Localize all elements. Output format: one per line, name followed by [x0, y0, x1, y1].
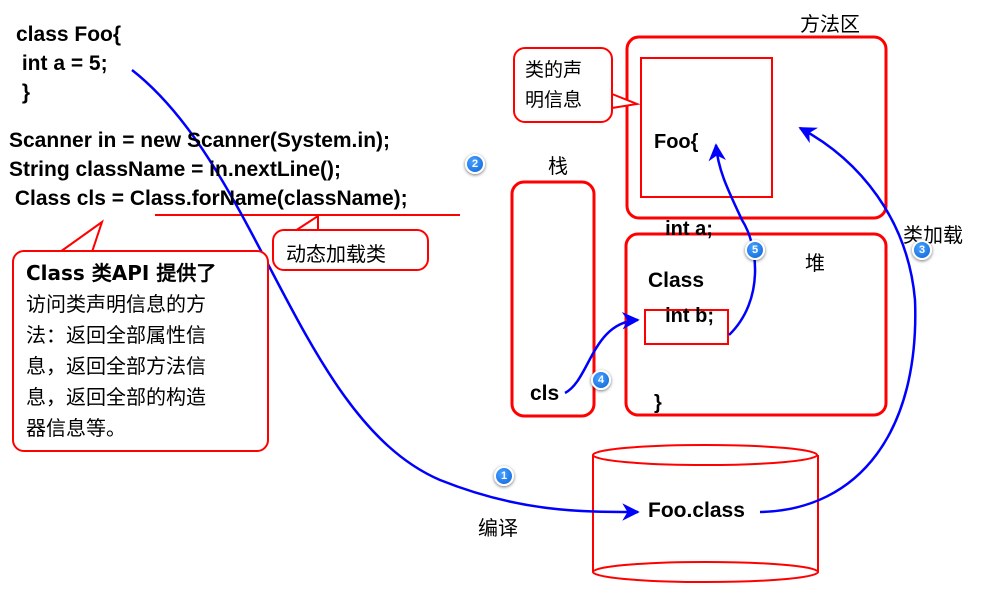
callout-line: 访问类声明信息的方 — [26, 292, 206, 316]
decl-line: int a; — [654, 218, 713, 240]
callout-line: 息，返回全部方法信 — [26, 354, 206, 378]
class-load-label: 类加载 — [903, 223, 963, 247]
step-2-badge: 2 — [465, 154, 485, 174]
decl-line: int b; — [654, 305, 714, 327]
class-api-callout-tail — [59, 219, 104, 253]
method-area-label: 方法区 — [800, 12, 860, 36]
step-1-badge: 1 — [494, 466, 514, 486]
callout-text: Class 类API 提供了 访问类声明信息的方 法：返回全部属性信 息，返回全… — [26, 258, 216, 444]
declaration-access-arrow — [708, 143, 757, 336]
step-5-badge: 5 — [745, 240, 765, 260]
stack-label: 栈 — [548, 154, 568, 178]
callout-line: Class 类API 提供了 — [26, 261, 217, 285]
class-api-callout: Class 类API 提供了 访问类声明信息的方 法：返回全部属性信 息，返回全… — [12, 250, 269, 452]
dynamic-load-callout: 动态加载类 — [272, 229, 429, 271]
step-3-badge: 3 — [912, 240, 932, 260]
class-object-label: Class — [648, 269, 705, 292]
cls-variable-label: cls — [530, 382, 560, 405]
statement-code: Scanner in = new Scanner(System.in); Str… — [9, 126, 408, 213]
code-line: Class cls = Class.forName(className); — [9, 187, 408, 210]
decl-info-callout-tail — [611, 93, 641, 109]
class-file-label: Foo.class — [648, 499, 745, 522]
decl-line: Foo{ — [654, 131, 699, 153]
callout-text: 类的声 明信息 — [525, 55, 582, 115]
step-4-badge: 4 — [591, 370, 611, 390]
heap-label: 堆 — [805, 251, 825, 275]
foo-declaration: Foo{ int a; int b; } — [654, 70, 714, 447]
code-line: String className = in.nextLine(); — [9, 158, 342, 181]
code-line: int a = 5; — [16, 52, 108, 75]
callout-text: 动态加载类 — [286, 242, 386, 266]
decl-line: } — [654, 392, 662, 414]
callout-line: 法：返回全部属性信 — [26, 323, 206, 347]
code-line: } — [16, 81, 31, 104]
class-foo-code: class Foo{ int a = 5; } — [16, 20, 121, 107]
callout-line: 器信息等。 — [26, 416, 126, 440]
stack-box — [510, 180, 596, 418]
callout-line: 类的声 — [525, 59, 583, 81]
callout-line: 明信息 — [525, 89, 583, 111]
compile-label: 编译 — [478, 516, 518, 540]
decl-info-callout: 类的声 明信息 — [513, 47, 613, 123]
code-line: Scanner in = new Scanner(System.in); — [9, 129, 391, 152]
code-line: class Foo{ — [16, 23, 122, 46]
callout-line: 息，返回全部的构造 — [26, 385, 206, 409]
